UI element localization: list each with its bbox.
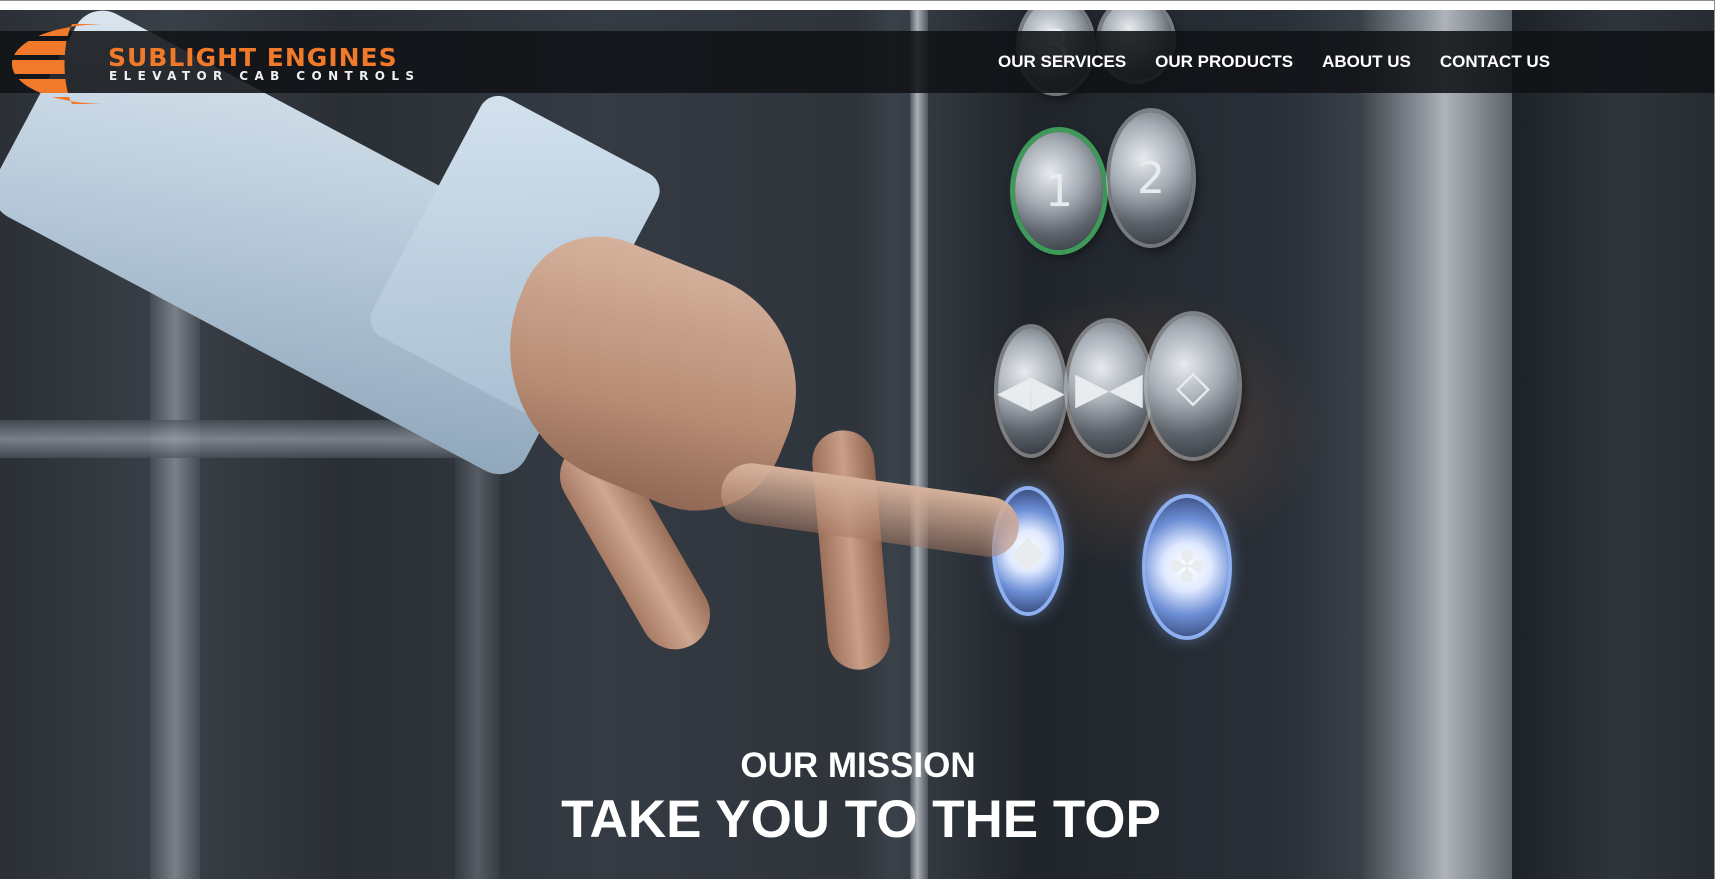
curled-finger-2 <box>809 427 893 673</box>
door-close-button: ▶◀ <box>1068 322 1150 454</box>
nav-our-products[interactable]: OUR PRODUCTS <box>1155 52 1293 72</box>
fan-icon: ✤ <box>1168 541 1206 593</box>
brand-tagline: ELEVATOR CAB CONTROLS <box>109 69 421 83</box>
nav-contact-us[interactable]: CONTACT US <box>1440 52 1550 72</box>
striped-half-circle-logo-icon <box>12 24 108 104</box>
floor-1-label: 1 <box>1045 165 1073 217</box>
brand-name: SUBLIGHT ENGINES <box>108 43 398 72</box>
fan-button: ✤ <box>1146 498 1228 636</box>
bell-icon: ◇ <box>1176 360 1210 412</box>
main-nav: OUR SERVICES OUR PRODUCTS ABOUT US CONTA… <box>998 31 1579 93</box>
alarm-bell-button: ◇ <box>1148 315 1238 457</box>
nav-about-us[interactable]: ABOUT US <box>1322 52 1411 72</box>
nav-our-services[interactable]: OUR SERVICES <box>998 52 1126 72</box>
door-open-icon: ◀▶ <box>997 365 1065 417</box>
elevator-button-2: 2 <box>1110 112 1192 244</box>
floor-2-label: 2 <box>1137 152 1165 204</box>
mission-kicker: OUR MISSION <box>740 746 976 785</box>
page-frame: 3 1 2 ◀▶ ▶◀ ◇ ◆ ✤ OUR MISSION TAKE YOU T… <box>0 0 1715 879</box>
door-close-icon: ▶◀ <box>1075 362 1143 414</box>
elevator-button-1: 1 <box>1015 132 1103 250</box>
hero-background-photo: 3 1 2 ◀▶ ▶◀ ◇ ◆ ✤ OUR MISSION TAKE YOU T… <box>0 10 1714 879</box>
brand-logo[interactable]: SUBLIGHT ENGINES ELEVATOR CAB CONTROLS <box>12 24 442 104</box>
door-open-button: ◀▶ <box>997 328 1065 454</box>
mission-headline: TAKE YOU TO THE TOP <box>561 790 1161 849</box>
